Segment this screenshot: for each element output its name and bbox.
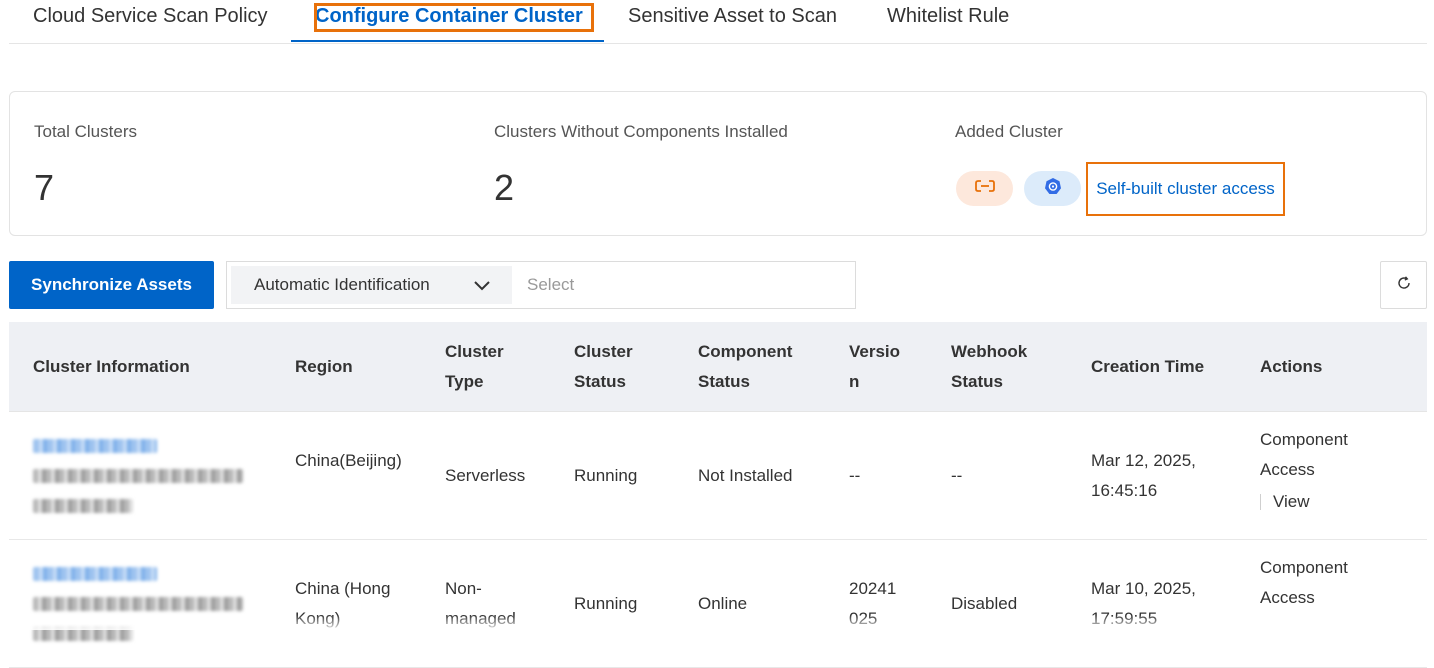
cluster-type-cell: Serverless (445, 466, 526, 485)
table-header: Cluster Information Region Cluster Type … (9, 322, 1427, 412)
table-row: China (Hong Kong) Non-managed Running On… (9, 540, 1427, 668)
view-link[interactable]: View (1273, 487, 1310, 517)
column-header-cluster-type: Cluster Type (445, 341, 504, 391)
column-header-region: Region (295, 356, 353, 376)
cluster-id-redacted-cont (33, 499, 133, 513)
chevron-down-icon (472, 275, 492, 300)
added-cluster-label: Added Cluster (955, 122, 1063, 141)
filter-bar: Automatic Identification Select (226, 261, 856, 309)
cluster-stats-card: Total Clusters 7 Clusters Without Compon… (9, 91, 1427, 236)
column-header-component-status: Component Status (698, 341, 793, 391)
cluster-info-redacted (33, 439, 243, 529)
active-tab-indicator (291, 40, 604, 42)
table-row: China(Beijing) Serverless Running Not In… (9, 412, 1427, 540)
component-access-link[interactable]: Component Access (1260, 553, 1370, 613)
refresh-icon (1396, 275, 1412, 296)
creation-time-cell: Mar 12, 2025, 16:45:16 (1091, 451, 1196, 500)
tab-sensitive-asset-to-scan[interactable]: Sensitive Asset to Scan (628, 0, 837, 42)
tab-highlight-box (314, 3, 594, 32)
identification-mode-value: Automatic Identification (254, 275, 430, 294)
clusters-without-components-label: Clusters Without Components Installed (494, 122, 788, 141)
refresh-button[interactable] (1380, 261, 1427, 309)
self-built-cluster-access-link[interactable]: Self-built cluster access (1096, 179, 1275, 199)
tab-whitelist-rule[interactable]: Whitelist Rule (887, 0, 1009, 42)
webhook-status-cell: -- (951, 466, 963, 485)
link-cluster-button[interactable] (956, 171, 1013, 206)
column-header-webhook-status: Webhook Status (951, 341, 1028, 391)
total-clusters-label: Total Clusters (34, 122, 137, 141)
column-header-version: Version (849, 341, 901, 391)
component-access-link[interactable]: Component Access (1260, 425, 1370, 485)
version-cell: -- (849, 466, 861, 485)
cluster-status-cell: Running (574, 466, 638, 485)
column-header-actions: Actions (1260, 356, 1323, 376)
total-clusters-value: 7 (34, 167, 55, 208)
kubernetes-cluster-button[interactable] (1024, 171, 1081, 206)
bottom-fade (0, 615, 1434, 630)
column-header-cluster-status: Cluster Status (574, 341, 633, 391)
identification-mode-select[interactable]: Automatic Identification (231, 266, 512, 304)
tab-cloud-service-scan-policy[interactable]: Cloud Service Scan Policy (33, 0, 268, 42)
link-icon (974, 178, 995, 199)
cluster-id-redacted (33, 597, 243, 611)
cluster-id-redacted (33, 469, 243, 483)
cluster-name-redacted[interactable] (33, 567, 157, 581)
clusters-without-components-value: 2 (494, 167, 515, 208)
tab-bar: Cloud Service Scan Policy Configure Cont… (9, 0, 1427, 44)
column-header-creation-time: Creation Time (1091, 356, 1205, 376)
kubernetes-icon (1044, 177, 1062, 200)
cluster-info-redacted (33, 567, 243, 657)
self-built-cluster-access-highlight: Self-built cluster access (1086, 162, 1285, 216)
component-status-cell: Not Installed (698, 466, 793, 485)
cluster-name-redacted[interactable] (33, 439, 157, 453)
synchronize-assets-button[interactable]: Synchronize Assets (9, 261, 214, 309)
column-header-cluster-information: Cluster Information (33, 356, 190, 376)
region-cell: China(Beijing) (295, 451, 402, 470)
action-divider (1260, 494, 1261, 510)
filter-select-input[interactable]: Select (527, 275, 574, 295)
